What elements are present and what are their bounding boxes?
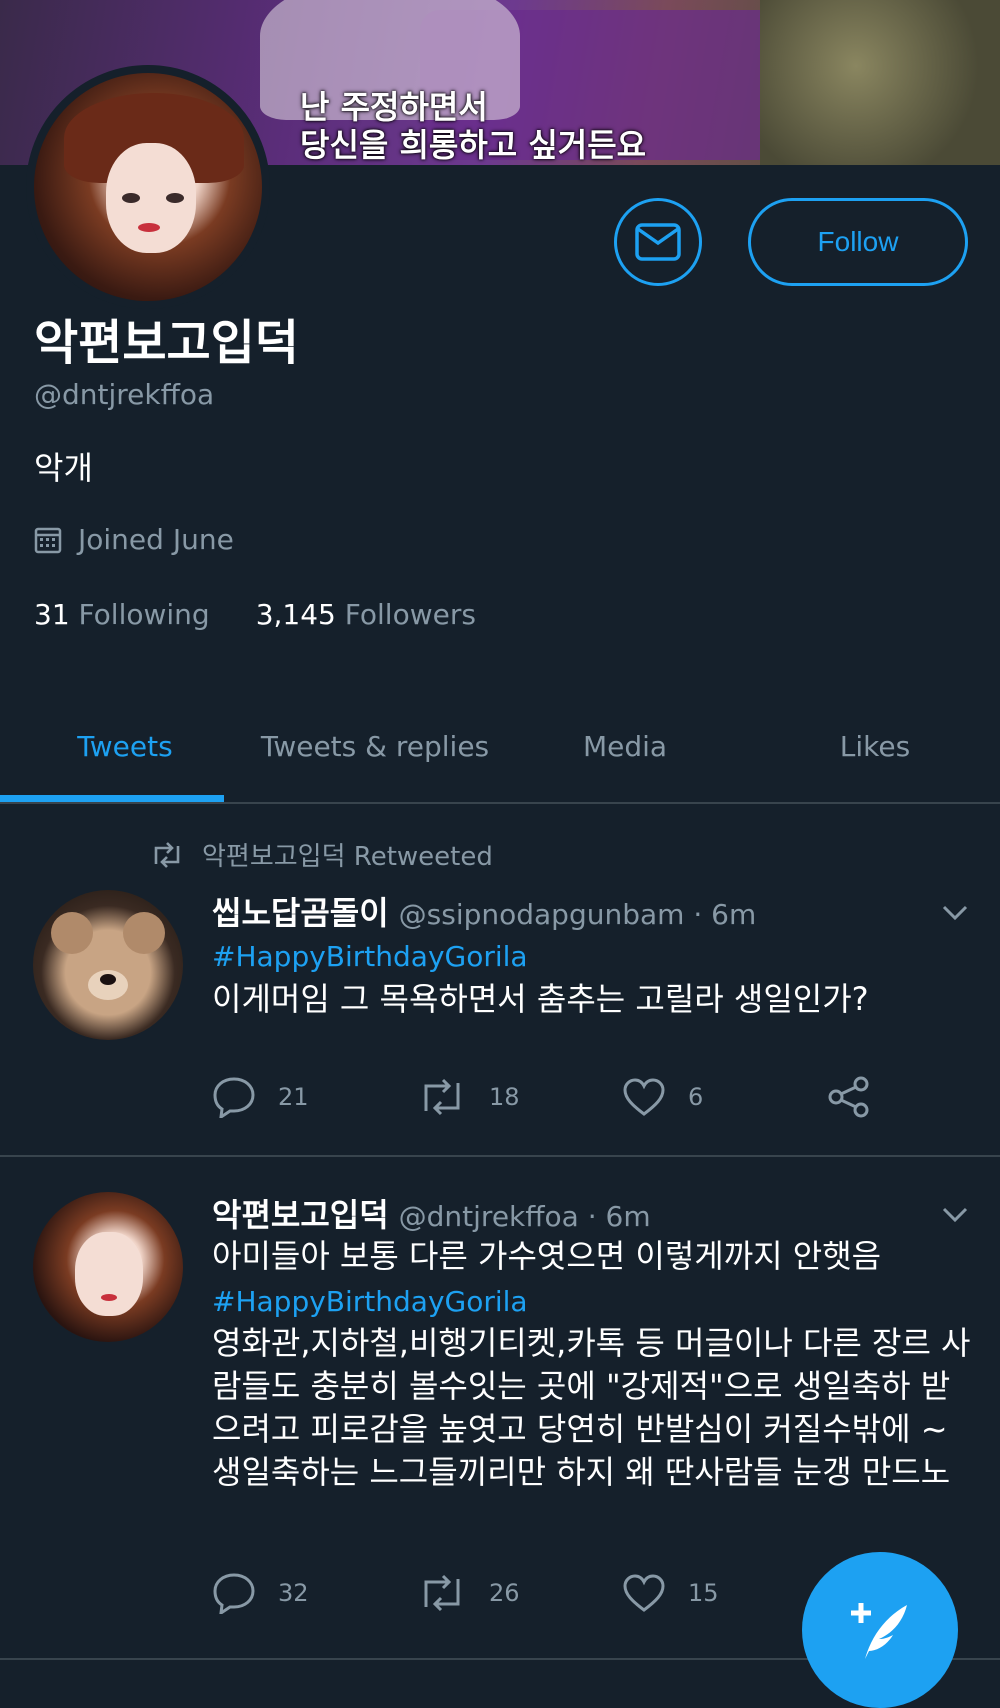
following-count: 31 xyxy=(34,598,70,631)
follow-stats: 31 Following 3,145 Followers xyxy=(34,598,476,631)
banner-caption: 난 주정하면서 당신을 희롱하고 싶거든요 xyxy=(300,88,647,164)
reply-button[interactable]: 21 xyxy=(212,1076,417,1118)
tweet-divider xyxy=(0,1155,1000,1157)
tweet-text: 이게머임 그 목욕하면서 춤추는 고릴라 생일인가? xyxy=(212,980,869,1018)
followers-link[interactable]: 3,145 Followers xyxy=(256,598,476,631)
retweet-count: 26 xyxy=(489,1579,520,1607)
tweet-actions: 21 18 6 xyxy=(212,1076,1000,1118)
chevron-down-icon[interactable] xyxy=(940,1200,970,1230)
profile-name: 악편보고입덕 xyxy=(34,315,299,371)
share-icon xyxy=(828,1076,869,1118)
banner-ornament xyxy=(760,0,1000,165)
share-button[interactable] xyxy=(827,1076,1000,1118)
follow-button[interactable]: Follow xyxy=(748,198,968,286)
tab-media[interactable]: Media xyxy=(500,690,750,802)
reply-count: 32 xyxy=(278,1579,309,1607)
followers-count: 3,145 xyxy=(255,598,336,631)
tweet-text: 아미들아 보통 다른 가수엿으면 이렇게까지 안햇음 xyxy=(212,1237,882,1275)
avatar-lips xyxy=(101,1294,117,1301)
retweet-context: 악편보고입덕 Retweeted xyxy=(150,836,493,873)
like-button[interactable]: 6 xyxy=(622,1076,827,1118)
tweet-author-handle[interactable]: @dntjrekffoa xyxy=(399,1200,579,1233)
following-label: Following xyxy=(78,598,210,631)
tweet-avatar[interactable] xyxy=(33,890,183,1040)
tweet-actions: 32 26 15 xyxy=(212,1572,827,1614)
bear-ear xyxy=(123,912,165,954)
retweet-button[interactable]: 18 xyxy=(417,1076,622,1118)
like-button[interactable]: 15 xyxy=(622,1572,827,1614)
reply-button[interactable]: 32 xyxy=(212,1572,417,1614)
tweet-avatar[interactable] xyxy=(33,1192,183,1342)
tweet-hashtag[interactable]: #HappyBirthdayGorila xyxy=(212,1285,528,1318)
profile-bio: 악개 xyxy=(34,449,93,487)
retweet-icon xyxy=(154,841,180,868)
tabs-divider xyxy=(0,802,1000,804)
joined-date: Joined June xyxy=(34,523,234,556)
tweet-time: · 6m xyxy=(693,898,757,931)
mail-icon xyxy=(635,223,681,261)
retweet-button[interactable]: 26 xyxy=(417,1572,622,1614)
tweet-text-continued: 영화관,지하철,비행기티켓,카톡 등 머글이나 다른 장르 사람들도 충분히 볼… xyxy=(212,1324,971,1491)
calendar-icon xyxy=(34,527,62,553)
followers-label: Followers xyxy=(344,598,476,631)
tweet-author-handle[interactable]: @ssipnodapgunbam xyxy=(399,898,685,931)
like-count: 15 xyxy=(688,1579,719,1607)
like-icon xyxy=(623,1574,665,1612)
compose-tweet-button[interactable] xyxy=(802,1552,958,1708)
message-button[interactable] xyxy=(614,198,702,286)
avatar-lips xyxy=(138,223,160,232)
retweet-count: 18 xyxy=(489,1083,520,1111)
avatar-eye xyxy=(166,193,184,203)
profile-handle: @dntjrekffoa xyxy=(34,378,215,411)
bear-ear xyxy=(51,912,93,954)
joined-label: Joined June xyxy=(78,523,234,556)
bear-nose xyxy=(100,974,116,985)
tweet-time: · 6m xyxy=(587,1200,651,1233)
like-icon xyxy=(623,1078,665,1116)
profile-tabs: Tweets Tweets & replies Media Likes xyxy=(0,690,1000,802)
avatar-eye xyxy=(122,193,140,203)
tab-tweets[interactable]: Tweets xyxy=(0,690,250,802)
following-link[interactable]: 31 Following xyxy=(34,598,210,631)
like-count: 6 xyxy=(688,1083,704,1111)
reply-count: 21 xyxy=(278,1083,309,1111)
retweeted-by: 악편보고입덕 xyxy=(202,842,346,872)
tweet-hashtag[interactable]: #HappyBirthdayGorila xyxy=(212,940,528,973)
reply-icon xyxy=(213,1077,255,1118)
tweet-header: 씹노답곰돌이 @ssipnodapgunbam · 6m xyxy=(212,888,756,934)
avatar-face xyxy=(75,1232,143,1316)
profile-avatar[interactable] xyxy=(26,65,270,309)
retweet-icon xyxy=(424,1574,460,1612)
tweet-author-name[interactable]: 악편보고입덕 xyxy=(212,1196,389,1234)
reply-icon xyxy=(213,1573,255,1614)
tab-likes[interactable]: Likes xyxy=(750,690,1000,802)
chevron-down-icon[interactable] xyxy=(940,898,970,928)
retweet-icon xyxy=(424,1078,460,1116)
compose-icon xyxy=(851,1603,907,1659)
tweet-header: 악편보고입덕 @dntjrekffoa · 6m xyxy=(212,1190,651,1236)
tweet-author-name[interactable]: 씹노답곰돌이 xyxy=(212,894,389,932)
tab-tweets-replies[interactable]: Tweets & replies xyxy=(250,690,500,802)
retweeted-label: Retweeted xyxy=(353,842,493,872)
